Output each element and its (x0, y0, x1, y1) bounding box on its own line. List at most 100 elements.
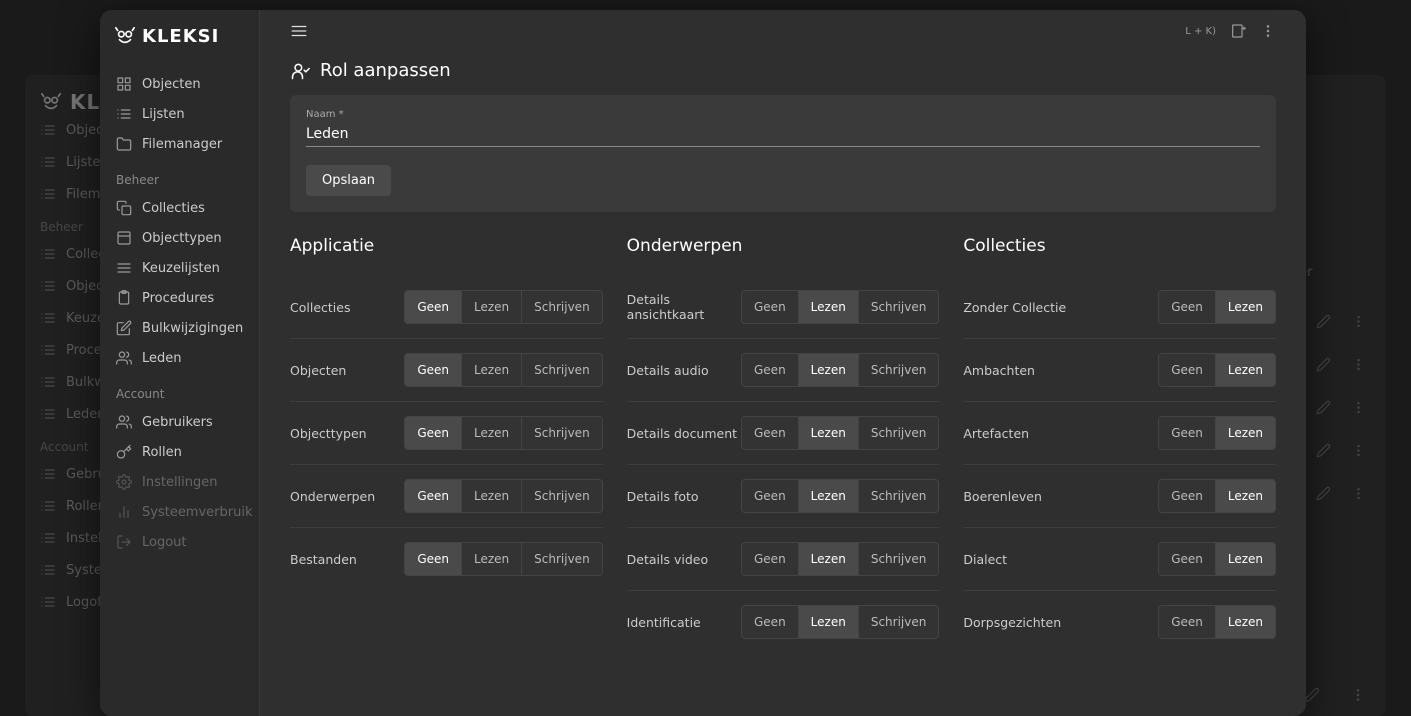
toggle-group: GeenLezenSchrijven (741, 542, 939, 576)
nav-section-beheer: Beheer (110, 161, 249, 191)
add-note-icon[interactable] (1230, 23, 1246, 39)
nav-item-rollen[interactable]: Rollen (110, 437, 249, 467)
toggle-geen[interactable]: Geen (405, 417, 462, 449)
toggle-geen[interactable]: Geen (1159, 291, 1216, 323)
more-icon[interactable] (1351, 443, 1366, 458)
nav-item-gebruikers[interactable]: Gebruikers (110, 407, 249, 437)
nav-item-lijsten[interactable]: Lijsten (110, 99, 249, 129)
nav-item-label: Leden (142, 351, 182, 366)
toggle-geen[interactable]: Geen (405, 291, 462, 323)
more-icon[interactable] (1351, 314, 1366, 329)
more-icon[interactable] (1351, 486, 1366, 501)
toggle-geen[interactable]: Geen (1159, 480, 1216, 512)
box-icon (116, 230, 132, 246)
toggle-lezen[interactable]: Lezen (462, 291, 522, 323)
toggle-schrijven[interactable]: Schrijven (522, 480, 602, 512)
toggle-lezen[interactable]: Lezen (1216, 606, 1275, 638)
toggle-geen[interactable]: Geen (405, 354, 462, 386)
generic-icon (40, 154, 56, 170)
toggle-geen[interactable]: Geen (742, 354, 799, 386)
nav-item-objecttypen[interactable]: Objecttypen (110, 223, 249, 253)
toggle-group: GeenLezenSchrijven (404, 479, 602, 513)
toggle-geen[interactable]: Geen (1159, 417, 1216, 449)
toggle-lezen[interactable]: Lezen (1216, 543, 1275, 575)
toggle-lezen[interactable]: Lezen (462, 354, 522, 386)
toggle-schrijven[interactable]: Schrijven (522, 543, 602, 575)
name-input[interactable] (306, 122, 1260, 147)
toggle-lezen[interactable]: Lezen (462, 480, 522, 512)
perm-row: Details ansichtkaartGeenLezenSchrijven (627, 276, 940, 339)
generic-icon (40, 562, 56, 578)
more-icon[interactable] (1350, 687, 1366, 703)
toggle-schrijven[interactable]: Schrijven (859, 480, 939, 512)
nav-item-collecties[interactable]: Collecties (110, 193, 249, 223)
toggle-geen[interactable]: Geen (742, 606, 799, 638)
perm-column-collecties: CollectiesZonder CollectieGeenLezenAmbac… (963, 236, 1276, 653)
toggle-schrijven[interactable]: Schrijven (859, 291, 939, 323)
pencil-icon[interactable] (1304, 687, 1320, 703)
nav-item-systeemverbruik: Systeemverbruik (110, 497, 249, 527)
toggle-schrijven[interactable]: Schrijven (859, 417, 939, 449)
toggle-group: GeenLezenSchrijven (741, 479, 939, 513)
toggle-lezen[interactable]: Lezen (799, 291, 859, 323)
perm-label: Details video (627, 552, 741, 567)
role-edit-modal: KLEKSI ObjectenLijstenFilemanager Beheer… (100, 10, 1306, 716)
toggle-schrijven[interactable]: Schrijven (859, 606, 939, 638)
perm-column-title: Collecties (963, 236, 1276, 256)
pencil-icon[interactable] (1316, 314, 1331, 329)
more-vertical-icon[interactable] (1260, 23, 1276, 39)
toggle-lezen[interactable]: Lezen (1216, 291, 1275, 323)
pencil-icon[interactable] (1316, 400, 1331, 415)
toggle-geen[interactable]: Geen (742, 480, 799, 512)
nav-item-objecten[interactable]: Objecten (110, 69, 249, 99)
toggle-geen[interactable]: Geen (405, 480, 462, 512)
toggle-lezen[interactable]: Lezen (1216, 354, 1275, 386)
toggle-geen[interactable]: Geen (742, 291, 799, 323)
pencil-icon[interactable] (1316, 486, 1331, 501)
toggle-schrijven[interactable]: Schrijven (859, 543, 939, 575)
toggle-lezen[interactable]: Lezen (462, 417, 522, 449)
perm-label: Onderwerpen (290, 489, 404, 504)
toggle-schrijven[interactable]: Schrijven (522, 354, 602, 386)
nav-item-label: Logout (142, 535, 187, 550)
hamburger-icon[interactable] (290, 22, 308, 40)
nav-item-filemanager[interactable]: Filemanager (110, 129, 249, 159)
generic-icon (40, 594, 56, 610)
toggle-geen[interactable]: Geen (405, 543, 462, 575)
clipboard-icon (116, 290, 132, 306)
perm-row: Details videoGeenLezenSchrijven (627, 528, 940, 591)
more-icon[interactable] (1351, 400, 1366, 415)
toggle-lezen[interactable]: Lezen (462, 543, 522, 575)
nav-item-leden[interactable]: Leden (110, 343, 249, 373)
nav-item-procedures[interactable]: Procedures (110, 283, 249, 313)
toggle-geen[interactable]: Geen (742, 543, 799, 575)
toggle-group: GeenLezen (1158, 542, 1276, 576)
toggle-lezen[interactable]: Lezen (799, 354, 859, 386)
generic-icon (40, 406, 56, 422)
toggle-group: GeenLezen (1158, 353, 1276, 387)
toggle-lezen[interactable]: Lezen (799, 543, 859, 575)
perm-row: IdentificatieGeenLezenSchrijven (627, 591, 940, 653)
nav-item-label: Bulkwijzigingen (142, 321, 243, 336)
nav-item-keuzelijsten[interactable]: Keuzelijsten (110, 253, 249, 283)
generic-icon (40, 374, 56, 390)
toggle-schrijven[interactable]: Schrijven (522, 291, 602, 323)
toggle-geen[interactable]: Geen (1159, 543, 1216, 575)
toggle-lezen[interactable]: Lezen (1216, 480, 1275, 512)
toggle-lezen[interactable]: Lezen (799, 480, 859, 512)
toggle-lezen[interactable]: Lezen (799, 606, 859, 638)
pencil-icon[interactable] (1316, 443, 1331, 458)
toggle-geen[interactable]: Geen (742, 417, 799, 449)
save-button[interactable]: Opslaan (306, 165, 391, 196)
perm-row: Zonder CollectieGeenLezen (963, 276, 1276, 339)
more-icon[interactable] (1351, 357, 1366, 372)
toggle-lezen[interactable]: Lezen (1216, 417, 1275, 449)
nav-item-bulkwijzigingen[interactable]: Bulkwijzigingen (110, 313, 249, 343)
toggle-schrijven[interactable]: Schrijven (859, 354, 939, 386)
toggle-schrijven[interactable]: Schrijven (522, 417, 602, 449)
toggle-geen[interactable]: Geen (1159, 606, 1216, 638)
pencil-icon[interactable] (1316, 357, 1331, 372)
role-user-icon (290, 61, 310, 81)
toggle-geen[interactable]: Geen (1159, 354, 1216, 386)
toggle-lezen[interactable]: Lezen (799, 417, 859, 449)
